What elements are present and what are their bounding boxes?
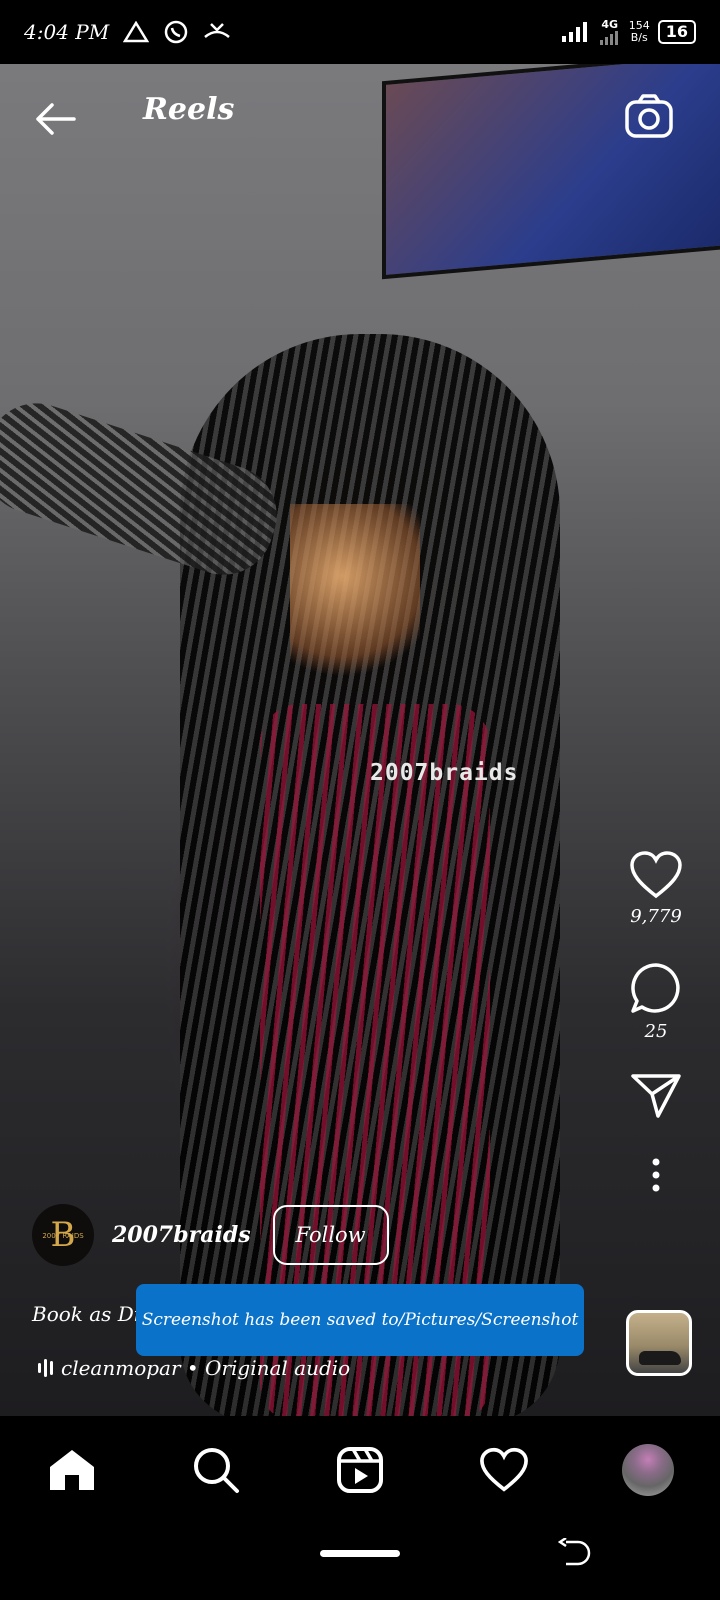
status-time: 4:04 PM bbox=[24, 20, 110, 44]
author-avatar[interactable]: B 2007 RAIDS bbox=[32, 1204, 94, 1266]
whatsapp-icon bbox=[164, 20, 188, 44]
status-right: 4G 154 B/s 16 bbox=[561, 19, 696, 45]
profile-avatar bbox=[622, 1444, 674, 1496]
drive-icon bbox=[123, 21, 150, 43]
screenshot-toast: Screenshot has been saved to/Pictures/Sc… bbox=[136, 1284, 584, 1356]
post-author: B 2007 RAIDS 2007braids Follow bbox=[32, 1203, 389, 1267]
more-button[interactable] bbox=[616, 1158, 696, 1192]
home-icon bbox=[50, 1450, 94, 1490]
comment-count: 25 bbox=[644, 1021, 668, 1042]
system-gesture-bar bbox=[0, 1524, 720, 1600]
missed-call-icon bbox=[204, 23, 231, 38]
signal-icon-2 bbox=[599, 31, 618, 45]
page-title: Reels bbox=[143, 92, 235, 127]
audio-thumbnail[interactable] bbox=[626, 1310, 692, 1376]
battery-icon: 16 bbox=[657, 20, 696, 44]
follow-button[interactable]: Follow bbox=[272, 1205, 389, 1265]
status-left: 4:04 PM bbox=[24, 19, 231, 45]
network-type: 4G bbox=[601, 18, 619, 31]
network-indicator: 4G bbox=[599, 19, 621, 45]
audio-info[interactable]: cleanmopar • Original audio bbox=[38, 1356, 350, 1380]
send-icon bbox=[631, 1074, 681, 1118]
audio-wave-icon bbox=[38, 1359, 53, 1377]
share-button[interactable] bbox=[616, 1072, 696, 1120]
bottom-navigation bbox=[0, 1416, 720, 1524]
nav-activity[interactable] bbox=[468, 1434, 540, 1506]
comment-button[interactable]: 25 bbox=[616, 961, 696, 1042]
reels-icon bbox=[337, 1447, 383, 1493]
like-count: 9,779 bbox=[630, 906, 682, 927]
speed-indicator: 154 B/s bbox=[629, 20, 650, 44]
author-username[interactable]: 2007braids bbox=[112, 1222, 251, 1248]
signal-icon bbox=[561, 22, 587, 42]
reel-actions: 9,779 25 bbox=[616, 850, 696, 1192]
back-gesture-icon[interactable] bbox=[558, 1538, 592, 1572]
nav-profile[interactable] bbox=[612, 1434, 684, 1506]
nav-reels[interactable] bbox=[324, 1434, 396, 1506]
video-subject-scalp bbox=[290, 504, 420, 684]
more-icon bbox=[652, 1158, 660, 1192]
comment-icon bbox=[631, 963, 680, 1013]
nav-search[interactable] bbox=[180, 1434, 252, 1506]
like-button[interactable]: 9,779 bbox=[616, 850, 696, 927]
reels-header: Reels bbox=[0, 64, 720, 174]
audio-label: cleanmopar • Original audio bbox=[61, 1356, 351, 1380]
camera-icon[interactable] bbox=[624, 92, 674, 142]
search-icon bbox=[194, 1448, 239, 1493]
arrow-left-icon[interactable] bbox=[30, 99, 80, 139]
nav-home[interactable] bbox=[36, 1434, 108, 1506]
home-pill[interactable] bbox=[320, 1550, 400, 1557]
post-caption[interactable]: Book as Di bbox=[32, 1302, 140, 1326]
heart-icon bbox=[630, 851, 682, 899]
video-watermark: 2007braids bbox=[370, 760, 519, 786]
speed-unit: B/s bbox=[630, 31, 648, 44]
activity-heart-icon bbox=[480, 1447, 528, 1492]
battery-level: 16 bbox=[665, 22, 688, 41]
status-bar: 4:04 PM 4G 154 B/s 16 bbox=[0, 0, 720, 64]
avatar-text: 2007 RAIDS bbox=[42, 1232, 84, 1240]
car-image bbox=[639, 1351, 681, 1365]
